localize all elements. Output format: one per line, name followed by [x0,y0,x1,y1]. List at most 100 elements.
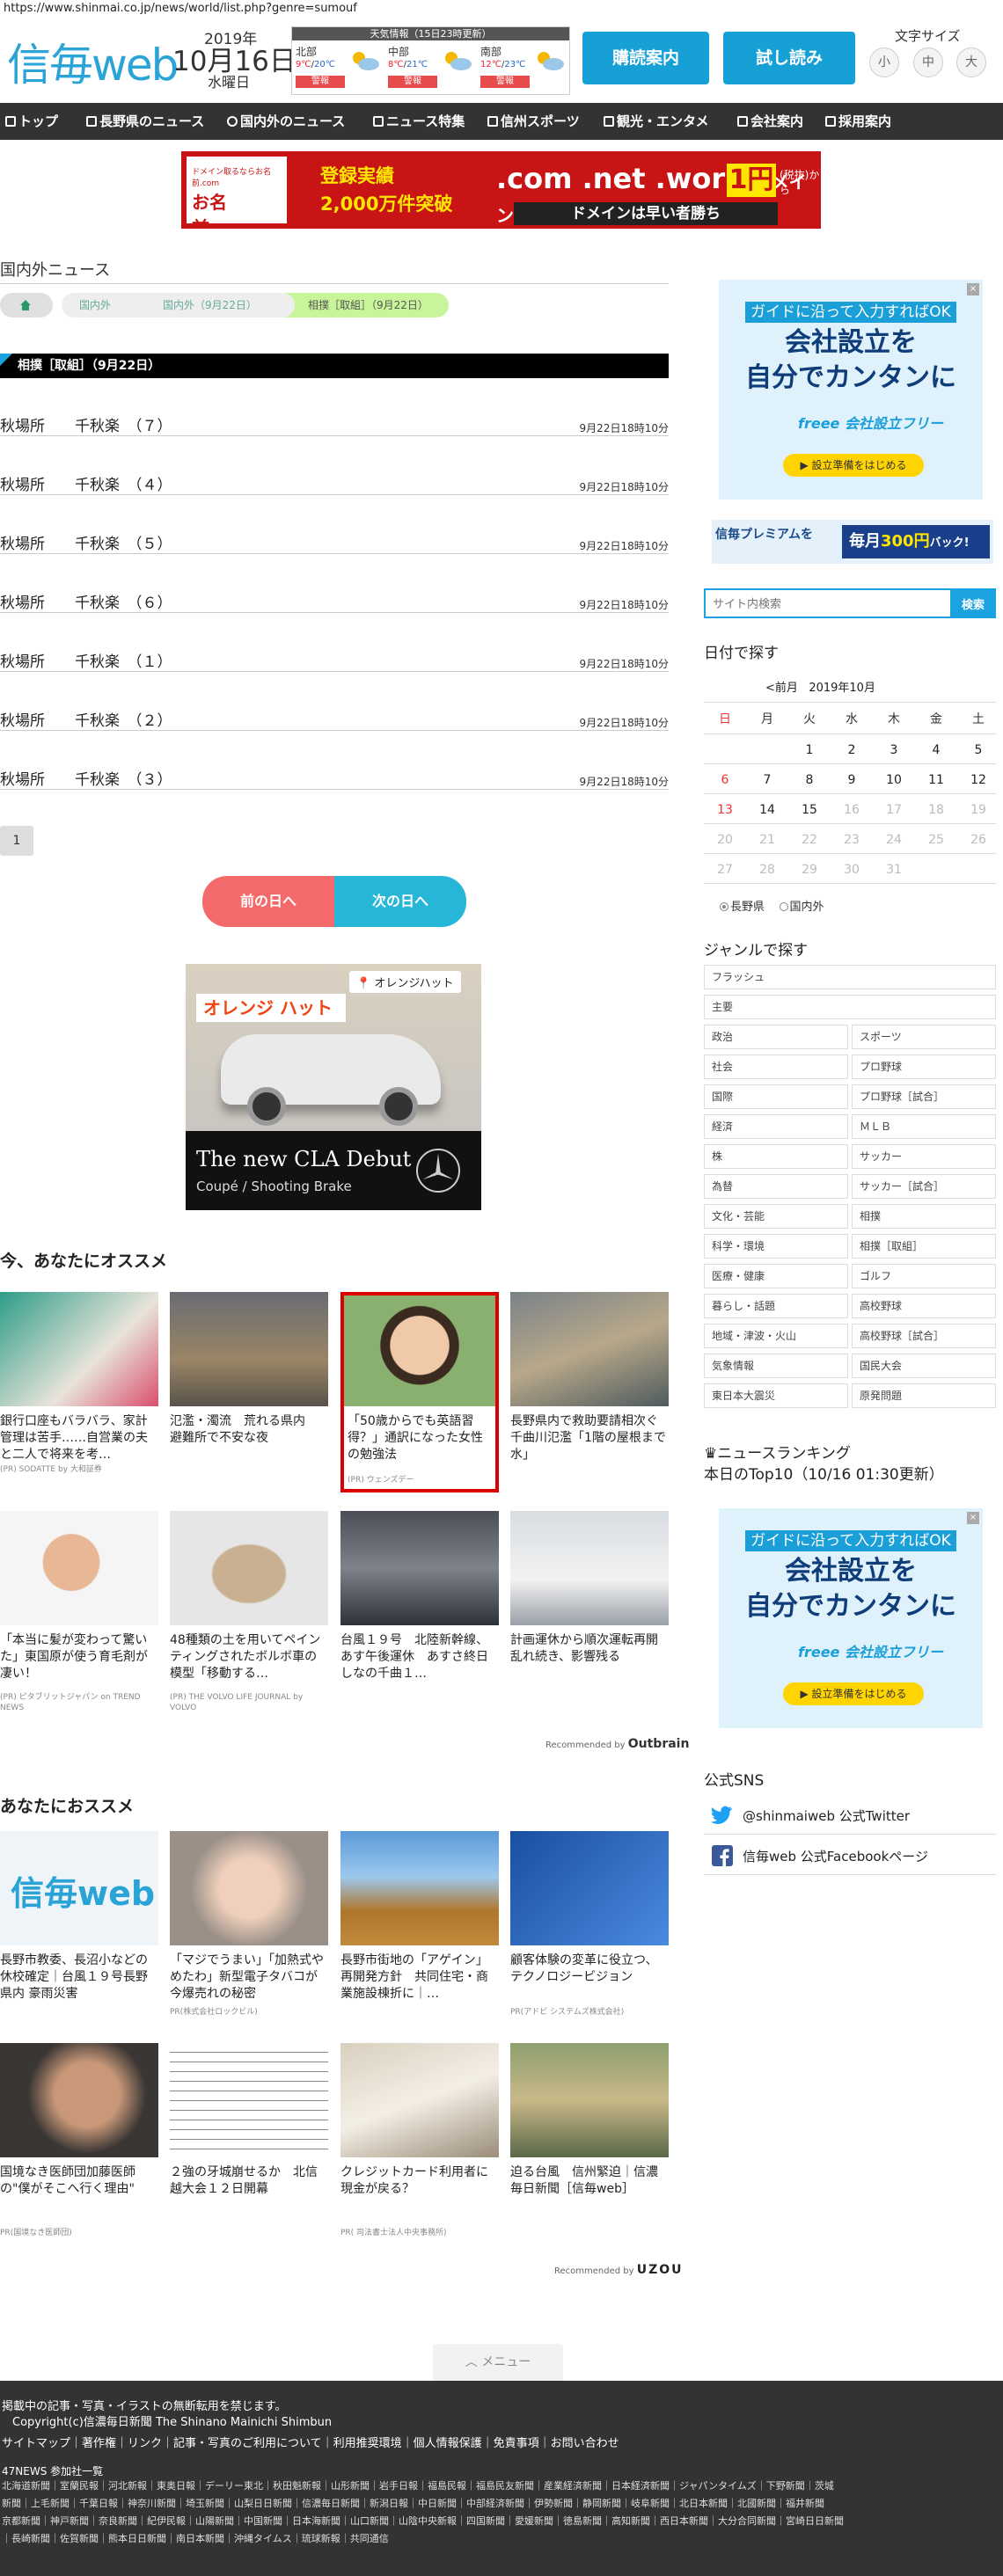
news-title[interactable]: 秋場所 千秋楽 （３） [0,767,172,789]
genre-item[interactable]: ゴルフ [852,1264,996,1288]
card-title[interactable]: 長野市教委、長沼小などの休校確定｜台風１９号長野県内 豪雨災害 [0,1952,158,2003]
font-size-medium-button[interactable]: 中 [913,47,943,77]
nav-company[interactable]: 会社案内 [737,103,803,140]
site-search-button[interactable]: 検索 [950,588,996,618]
ad-close-icon[interactable]: × [967,1512,979,1524]
calendar-day[interactable]: 10 [873,766,915,794]
menu-toggle-button[interactable]: ︿ メニュー [433,2344,563,2381]
genre-item[interactable]: 相撲［取組］ [852,1234,996,1259]
genre-item[interactable]: 株 [704,1144,848,1169]
font-size-large-button[interactable]: 大 [956,47,986,77]
genre-item[interactable]: 医療・健康 [704,1264,848,1288]
genre-item[interactable]: 科学・環境 [704,1234,848,1259]
ad-cta-button[interactable]: ▶ 設立準備をはじめる [783,1682,924,1705]
nav-nagano-news[interactable]: 長野県のニュース [86,103,204,140]
card-title[interactable]: 氾濫・濁流 荒れる県内 避難所で不安な夜 [170,1413,328,1447]
nav-top[interactable]: トップ [5,103,58,140]
genre-item[interactable]: 地域・津波・火山 [704,1324,848,1348]
calendar-day[interactable]: 2 [831,736,873,764]
nav-sports[interactable]: 信州スポーツ [487,103,580,140]
genre-item[interactable]: 高校野球［試合］ [852,1324,996,1348]
card-title[interactable]: 迫る台風 信州緊迫｜信濃毎日新聞［信毎web］ [510,2164,669,2198]
genre-item[interactable]: 原発問題 [852,1383,996,1408]
calendar-day[interactable]: 12 [957,766,999,794]
calendar-day[interactable]: 9 [831,766,873,794]
footer-members[interactable]: 京都新聞｜神戸新聞｜奈良新聞｜紀伊民報｜山陽新聞｜中国新聞｜日本海新聞｜山口新聞… [2,2513,844,2530]
card-title[interactable]: ２強の牙城崩せるか 北信越大会１２日開幕 [170,2164,328,2198]
card-title[interactable]: 計画運休から順次運転再開 乱れ続き、影響残る [510,1632,670,1666]
news-title[interactable]: 秋場所 千秋楽 （７） [0,413,172,435]
calendar-day[interactable]: 6 [704,766,746,794]
genre-item[interactable]: 主要 [704,995,996,1019]
genre-item[interactable]: サッカー［試合］ [852,1174,996,1199]
genre-item[interactable]: フラッシュ [704,965,996,989]
subscribe-button[interactable]: 購読案内 [582,32,709,84]
genre-item[interactable]: 国際 [704,1084,848,1109]
genre-item[interactable]: ＭＬＢ [852,1114,996,1139]
genre-item[interactable]: 高校野球 [852,1294,996,1318]
calendar-day[interactable]: 5 [957,736,999,764]
card-title[interactable]: 長野県内で救助要請相次ぐ 千曲川氾濫「1階の屋根まで水」 [510,1413,670,1463]
radio-domestic[interactable]: 国内外 [779,901,824,914]
genre-item[interactable]: 社会 [704,1054,848,1079]
pagination-page[interactable]: 1 [0,826,33,856]
calendar-day[interactable]: 7 [746,766,788,794]
calendar-prev-month[interactable]: <前月 [765,682,798,695]
card-title[interactable]: 「マジでうまい」「加熱式やめたわ」新型電子タバコが今爆売れの秘密 [170,1952,328,2003]
calendar-day[interactable]: 13 [704,796,746,824]
weather-panel[interactable]: 天気情報（15日23時更新） 北部 9℃/20℃ 警報 中部 8℃/21℃ 警報… [291,26,570,95]
genre-item[interactable]: 東日本大震災 [704,1383,848,1408]
domain-ad-banner[interactable]: ドメイン取るならお名前.com お名前.com 登録実績 2,000万件突破 .… [181,151,821,229]
calendar-day[interactable]: 11 [915,766,957,794]
ad-cta-button[interactable]: ▶ 設立準備をはじめる [783,454,924,477]
genre-item[interactable]: 文化・芸能 [704,1204,848,1229]
calendar-day[interactable]: 8 [788,766,831,794]
genre-item[interactable]: スポーツ [852,1025,996,1049]
news-title[interactable]: 秋場所 千秋楽 （６） [0,590,172,612]
url-bar[interactable]: https://www.shinmai.co.jp/news/world/lis… [0,0,1003,19]
site-logo[interactable]: 信毎web [7,30,179,93]
outbrain-credit[interactable]: Recommended by Outbrain [545,1737,689,1751]
card-title[interactable]: 国境なき医師団加藤医師の"僕がそこへ行く理由" [0,2164,158,2198]
news-item[interactable]: 秋場所 千秋楽 （６） 9月22日18時10分 [0,583,669,613]
genre-item[interactable]: 暮らし・話題 [704,1294,848,1318]
news-title[interactable]: 秋場所 千秋楽 （４） [0,472,172,494]
news-item[interactable]: 秋場所 千秋楽 （３） 9月22日18時10分 [0,760,669,790]
calendar-day[interactable]: 4 [915,736,957,764]
nav-feature[interactable]: ニュース特集 [373,103,465,140]
twitter-link[interactable]: @shinmaiweb 公式Twitter [704,1796,996,1835]
trial-button[interactable]: 試し読み [723,32,855,84]
genre-item[interactable]: 経済 [704,1114,848,1139]
news-item[interactable]: 秋場所 千秋楽 （５） 9月22日18時10分 [0,524,669,554]
news-title[interactable]: 秋場所 千秋楽 （１） [0,649,172,671]
twitter-label[interactable]: @shinmaiweb 公式Twitter [743,1806,910,1825]
next-day-button[interactable]: 次の日へ [334,876,466,927]
breadcrumb-item-date[interactable]: 国内外（9月22日） [136,293,295,317]
facebook-link[interactable]: 信毎web 公式Facebookページ [704,1836,996,1875]
news-item[interactable]: 秋場所 千秋楽 （１） 9月22日18時10分 [0,642,669,672]
news-title[interactable]: 秋場所 千秋楽 （２） [0,708,172,730]
nav-recruit[interactable]: 採用案内 [825,103,891,140]
prev-day-button[interactable]: 前の日へ [202,876,334,927]
card-title[interactable]: 長野市街地の「アゲイン」再開発方針 共同住宅・商業施設棟折に｜… [340,1952,499,2003]
freee-ad[interactable]: × ガイドに沿って入力すればOK 会社設立を 自分でカンタンに freee 会社設… [719,1508,983,1728]
footer-members[interactable]: 新聞｜上毛新聞｜千葉日報｜神奈川新聞｜埼玉新聞｜山梨日日新聞｜信濃毎日新聞｜新潟… [2,2495,824,2513]
genre-item[interactable]: 相撲 [852,1204,996,1229]
genre-item[interactable]: 国民大会 [852,1354,996,1378]
freee-ad[interactable]: × ガイドに沿って入力すればOK 会社設立を 自分でカンタンに freee 会社設… [719,280,983,500]
news-item[interactable]: 秋場所 千秋楽 （７） 9月22日18時10分 [0,406,669,436]
nav-world-news[interactable]: 国内外のニュース [227,103,345,140]
mercedes-ad[interactable]: オレンジ ハット 📍 オレンジハット The new CLA Debut Cou… [186,964,481,1210]
ad-close-icon[interactable]: × [967,283,979,296]
calendar-day[interactable]: 14 [746,796,788,824]
calendar-day[interactable]: 3 [873,736,915,764]
card-title[interactable]: 銀行口座もバラバラ、家計管理は苦手……自営業の夫と二人で将来を考… [0,1413,158,1463]
genre-item[interactable]: 為替 [704,1174,848,1199]
card-title[interactable]: 台風１９号 北陸新幹線、あす午後運休 あすさ終日 しなの千曲１… [340,1632,501,1682]
genre-item[interactable]: 政治 [704,1025,848,1049]
uzou-credit[interactable]: Recommended by UZOU [554,2263,684,2277]
site-search-input[interactable] [704,588,952,618]
news-title[interactable]: 秋場所 千秋楽 （５） [0,531,172,553]
facebook-label[interactable]: 信毎web 公式Facebookページ [743,1847,928,1865]
card-title[interactable]: 「50歳からでも英語習得？」通訳になった女性の勉強法 [348,1413,494,1463]
